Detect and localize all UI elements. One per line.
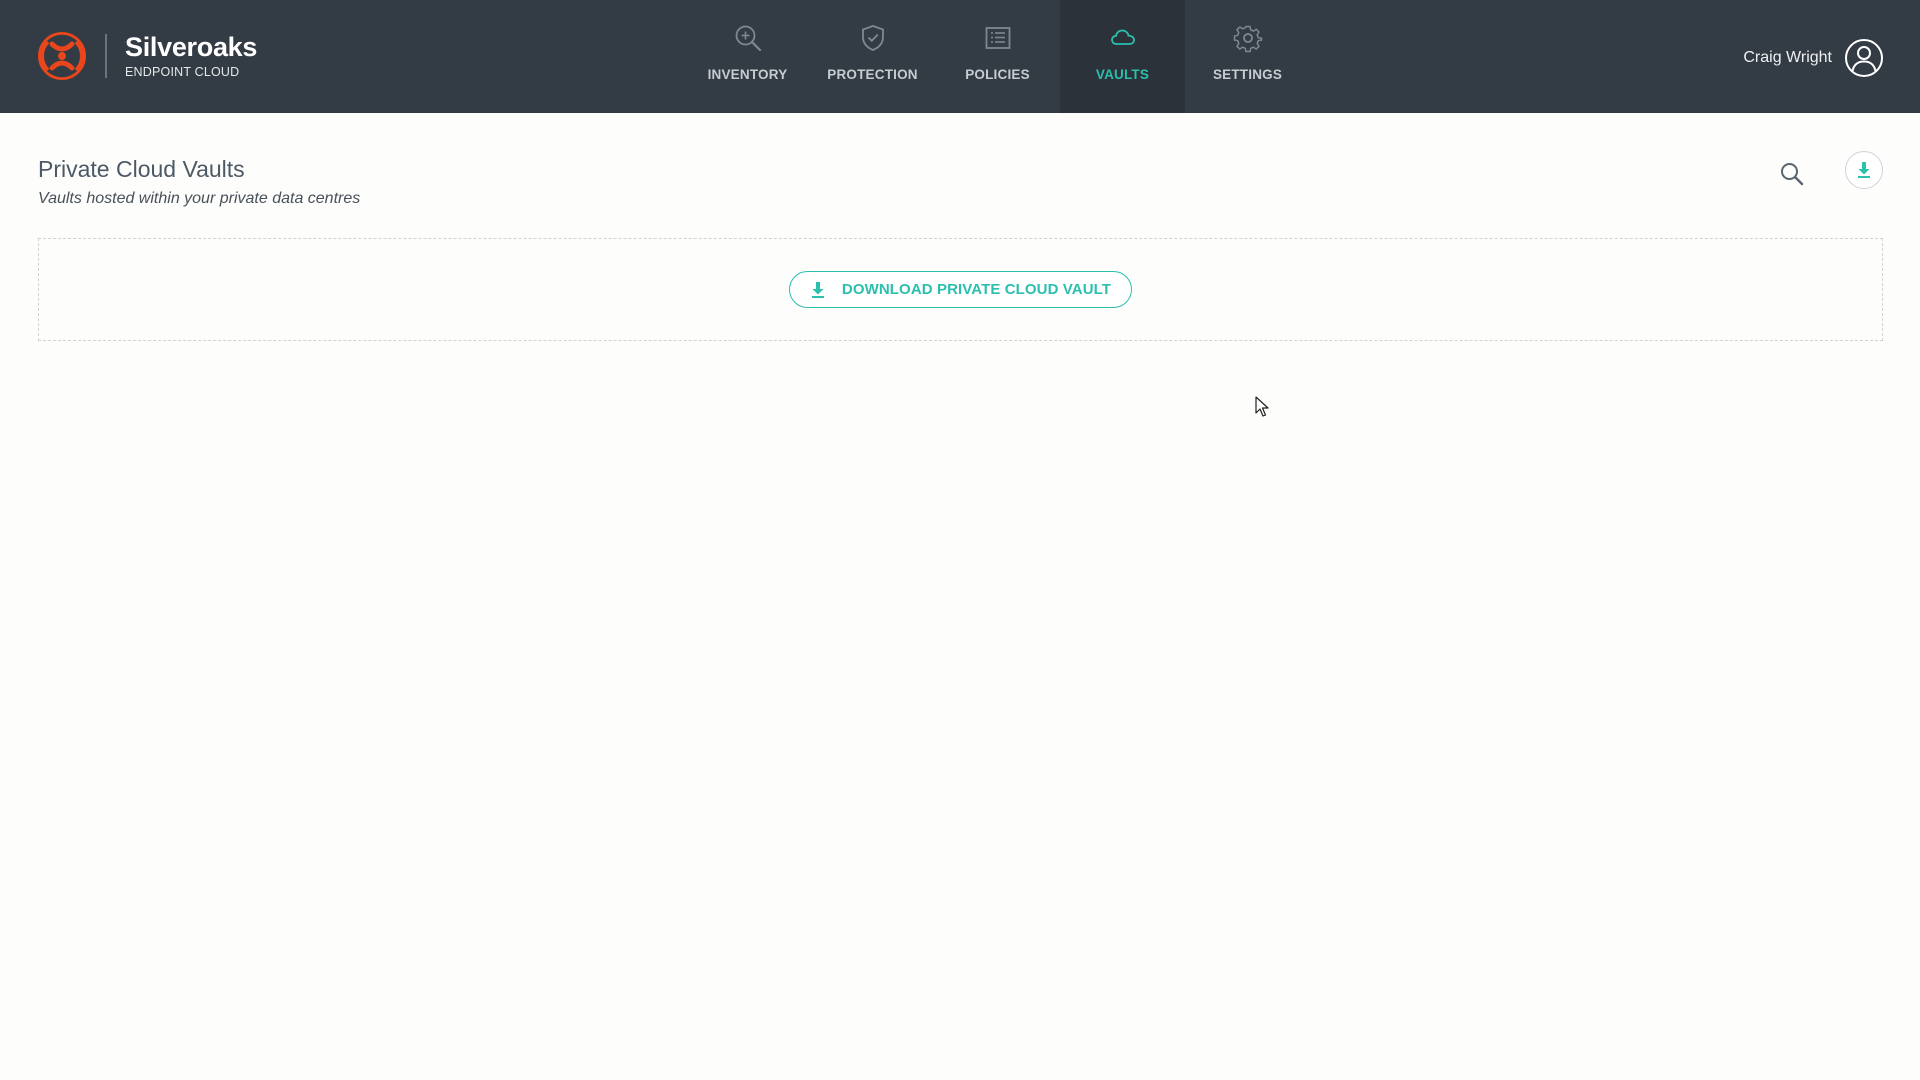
cloud-icon xyxy=(1110,29,1135,45)
download-icon xyxy=(811,281,824,298)
inventory-search-icon xyxy=(735,25,761,52)
silveroaks-logo-icon xyxy=(38,32,86,80)
nav-label-inventory: INVENTORY xyxy=(707,67,788,82)
shield-check-icon xyxy=(861,25,884,51)
brand-subtitle: ENDPOINT CLOUD xyxy=(125,65,240,79)
download-button[interactable] xyxy=(1845,151,1883,189)
nav-item-protection[interactable]: PROTECTION xyxy=(810,0,935,113)
nav-item-inventory[interactable]: INVENTORY xyxy=(685,0,810,113)
top-navigation-bar: Silveroaks ENDPOINT CLOUD INVENTORY PROT… xyxy=(0,0,1920,113)
user-menu[interactable]: Craig Wright xyxy=(1743,38,1884,78)
user-avatar-icon[interactable] xyxy=(1844,38,1884,78)
page-title: Private Cloud Vaults xyxy=(38,156,245,182)
download-private-cloud-vault-label: DOWNLOAD PRIVATE CLOUD VAULT xyxy=(841,281,1112,298)
search-icon xyxy=(1781,163,1804,186)
list-document-icon xyxy=(985,27,1010,49)
nav-label-protection: PROTECTION xyxy=(827,67,918,82)
main-nav: INVENTORY PROTECTION POLICIES VAULTS SET… xyxy=(685,0,1310,113)
page-subtitle: Vaults hosted within your private data c… xyxy=(38,190,361,207)
nav-item-settings[interactable]: SETTINGS xyxy=(1185,0,1310,113)
search-button[interactable] xyxy=(1778,160,1806,188)
nav-item-policies[interactable]: POLICIES xyxy=(935,0,1060,113)
brand[interactable]: Silveroaks ENDPOINT CLOUD xyxy=(38,31,257,81)
brand-divider xyxy=(105,34,107,78)
brand-name: Silveroaks xyxy=(125,32,258,62)
brand-text: Silveroaks ENDPOINT CLOUD xyxy=(125,32,257,80)
user-name: Craig Wright xyxy=(1743,49,1832,66)
nav-item-vaults[interactable]: VAULTS xyxy=(1060,0,1185,113)
nav-label-settings: SETTINGS xyxy=(1212,67,1283,82)
nav-label-policies: POLICIES xyxy=(965,67,1030,82)
nav-label-vaults: VAULTS xyxy=(1095,67,1150,82)
download-icon xyxy=(1858,162,1870,178)
download-private-cloud-vault-button[interactable]: DOWNLOAD PRIVATE CLOUD VAULT xyxy=(789,271,1132,308)
gear-icon xyxy=(1233,25,1262,53)
mouse-pointer-icon xyxy=(1255,396,1269,417)
